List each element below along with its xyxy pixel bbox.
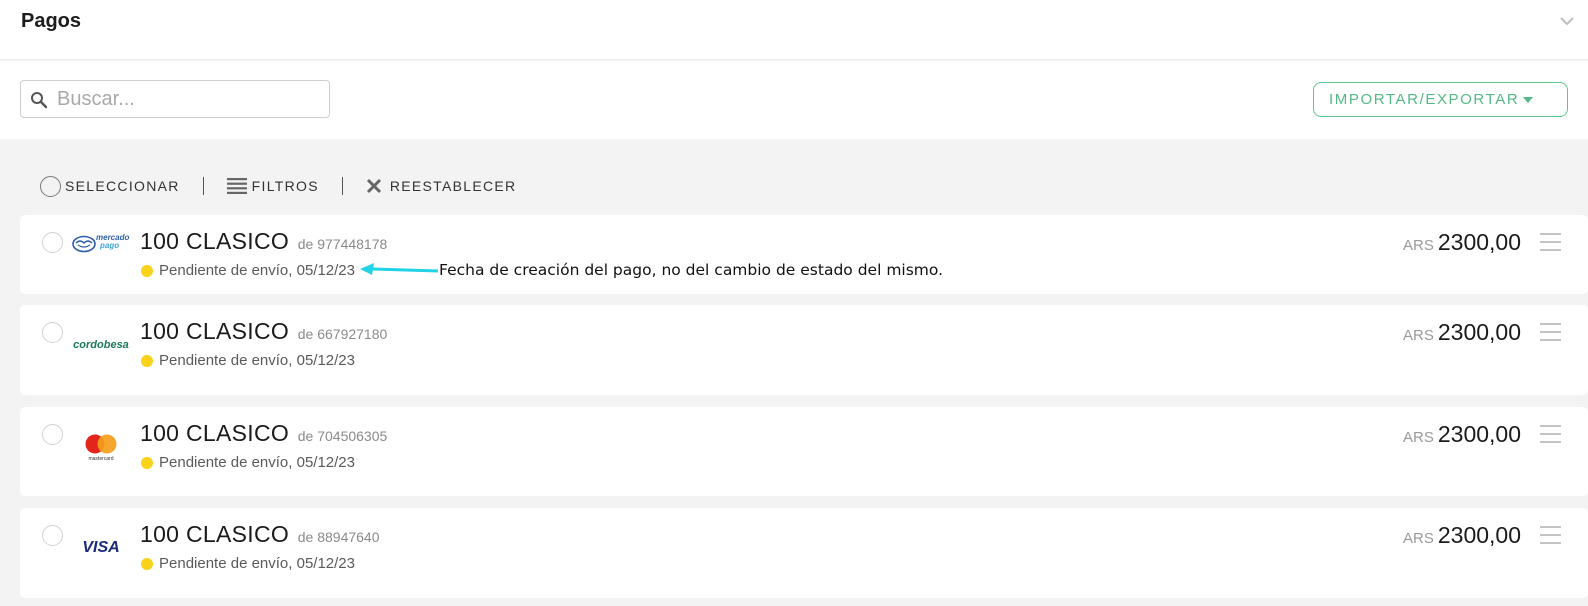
status-line: Pendiente de envío, 05/12/23 — [141, 454, 355, 471]
import-export-label: IMPORTAR/EXPORTAR — [1329, 91, 1520, 108]
hamburger-menu-icon[interactable] — [1540, 526, 1561, 544]
mastercard-logo: mastercard — [72, 432, 130, 462]
brand-text: cordobesa — [73, 339, 129, 351]
filters-label: FILTROS — [251, 178, 319, 194]
status-line: Pendiente de envío, 05/12/23 — [141, 555, 355, 572]
currency-label: ARS — [1403, 530, 1434, 547]
status-line: Pendiente de envío, 05/12/23 — [141, 262, 355, 279]
payment-origin: de 704506305 — [297, 428, 388, 444]
row-checkbox[interactable] — [42, 525, 63, 546]
status-line: Pendiente de envío, 05/12/23 — [141, 352, 355, 369]
payment-amount: ARS 2300,00 — [1403, 229, 1521, 256]
payment-row[interactable]: cordobesa 100 CLASICO de 667927180 Pendi… — [20, 305, 1588, 395]
mercado-pago-logo: mercado pago — [72, 231, 130, 257]
filters-button[interactable]: FILTROS — [226, 178, 319, 194]
row-checkbox[interactable] — [42, 232, 63, 253]
status-dot-icon — [141, 557, 153, 570]
visa-logo: VISA — [72, 535, 130, 561]
search-box[interactable] — [20, 80, 330, 118]
currency-label: ARS — [1403, 429, 1434, 446]
currency-label: ARS — [1403, 327, 1434, 344]
payment-origin: de 977448178 — [297, 236, 388, 252]
import-export-button[interactable]: IMPORTAR/EXPORTAR — [1313, 82, 1568, 117]
status-dot-icon — [141, 354, 153, 367]
payment-origin: de 667927180 — [297, 326, 388, 342]
brand-text: VISA — [82, 539, 120, 556]
page-title: Pagos — [21, 10, 82, 32]
currency-label: ARS — [1403, 237, 1434, 254]
filter-lines-icon — [226, 178, 247, 194]
brand-text-line2: pago — [100, 241, 120, 250]
payment-amount: ARS 2300,00 — [1403, 421, 1521, 448]
mastercard-icon: mastercard — [85, 434, 117, 462]
status-dot-icon — [141, 456, 153, 469]
row-checkbox[interactable] — [42, 322, 63, 343]
toolbar-divider — [341, 177, 343, 195]
payment-amount: ARS 2300,00 — [1403, 319, 1521, 346]
list-toolbar: SELECCIONAR FILTROS REESTABLECER — [40, 175, 517, 197]
reset-label: REESTABLECER — [389, 178, 517, 194]
payment-row[interactable]: VISA 100 CLASICO de 88947640 Pendiente d… — [20, 508, 1588, 598]
amount-value: 2300,00 — [1437, 421, 1521, 447]
select-all-button[interactable]: SELECCIONAR — [40, 175, 180, 197]
amount-value: 2300,00 — [1437, 522, 1521, 548]
status-text: Pendiente de envío, 05/12/23 — [159, 352, 355, 369]
hamburger-menu-icon[interactable] — [1540, 323, 1561, 341]
search-input[interactable] — [57, 85, 317, 113]
annotation-text: Fecha de creación del pago, no del cambi… — [439, 261, 944, 279]
select-circle-icon — [40, 175, 61, 197]
reset-button[interactable]: REESTABLECER — [366, 178, 517, 194]
annotation-arrow-icon — [360, 263, 439, 275]
payment-origin: de 88947640 — [297, 529, 380, 545]
payment-title: 100 CLASICO de 88947640 — [140, 521, 380, 547]
payment-amount: ARS 2300,00 — [1403, 522, 1521, 549]
hamburger-menu-icon[interactable] — [1540, 233, 1561, 251]
search-toolbar: IMPORTAR/EXPORTAR — [0, 61, 1588, 139]
row-checkbox[interactable] — [42, 424, 63, 445]
caret-down-icon — [1523, 97, 1534, 104]
select-label: SELECCIONAR — [65, 178, 180, 194]
status-text: Pendiente de envío, 05/12/23 — [159, 555, 355, 572]
payment-row[interactable]: mastercard 100 CLASICO de 704506305 Pend… — [20, 407, 1588, 496]
status-text: Pendiente de envío, 05/12/23 — [159, 262, 355, 279]
amount-value: 2300,00 — [1437, 229, 1521, 255]
toolbar-divider — [202, 177, 204, 195]
brand-text: mastercard — [88, 456, 113, 462]
cordobesa-logo: cordobesa — [72, 332, 130, 358]
payment-title: 100 CLASICO de 704506305 — [140, 420, 388, 446]
payment-title: 100 CLASICO de 977448178 — [140, 228, 388, 254]
payment-row[interactable]: mercado pago 100 CLASICO de 977448178 Pe… — [20, 215, 1588, 294]
close-icon — [366, 178, 381, 194]
hamburger-menu-icon[interactable] — [1540, 425, 1561, 443]
amount-value: 2300,00 — [1437, 319, 1521, 345]
status-text: Pendiente de envío, 05/12/23 — [159, 454, 355, 471]
chevron-down-icon[interactable] — [1558, 12, 1576, 30]
search-icon — [31, 92, 48, 109]
status-dot-icon — [141, 264, 153, 277]
page-header: Pagos — [0, 0, 1588, 60]
payment-title: 100 CLASICO de 667927180 — [140, 318, 388, 344]
